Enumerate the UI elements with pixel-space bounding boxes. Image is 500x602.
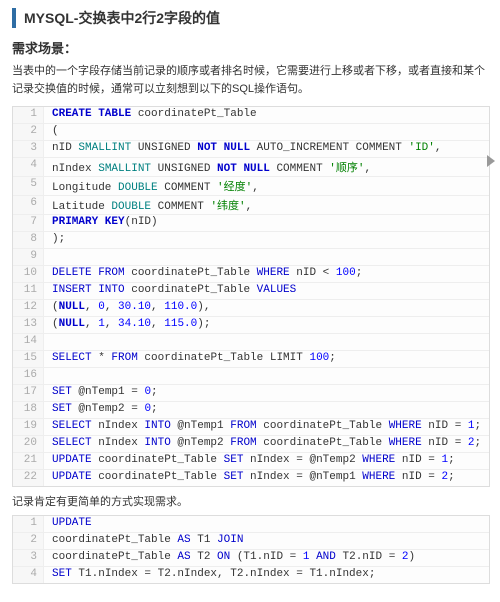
code-block-2[interactable]: 1UPDATE2coordinatePt_Table AS T1 JOIN3co… xyxy=(12,515,490,584)
code-row: 6Latitude DOUBLE COMMENT '纬度', xyxy=(13,196,489,215)
code-content[interactable]: SET @nTemp1 = 0; xyxy=(44,385,158,401)
code-row: 2coordinatePt_Table AS T1 JOIN xyxy=(13,533,489,550)
line-number: 9 xyxy=(13,249,44,265)
code-content[interactable] xyxy=(44,368,52,384)
code-row: 19SELECT nIndex INTO @nTemp1 FROM coordi… xyxy=(13,419,489,436)
line-number: 5 xyxy=(13,177,44,195)
line-number: 6 xyxy=(13,196,44,214)
line-number: 12 xyxy=(13,300,44,316)
line-number: 14 xyxy=(13,334,44,350)
code-row: 7PRIMARY KEY(nID) xyxy=(13,215,489,232)
code-row: 14 xyxy=(13,334,489,351)
line-number: 3 xyxy=(13,550,44,566)
code-row: 9 xyxy=(13,249,489,266)
line-number: 4 xyxy=(13,158,44,176)
code-content[interactable]: INSERT INTO coordinatePt_Table VALUES xyxy=(44,283,296,299)
code-content[interactable]: PRIMARY KEY(nID) xyxy=(44,215,158,231)
note-text: 记录肯定有更简单的方式实现需求。 xyxy=(12,493,490,509)
code-row: 10DELETE FROM coordinatePt_Table WHERE n… xyxy=(13,266,489,283)
code-row: 1UPDATE xyxy=(13,516,489,533)
code-content[interactable]: Latitude DOUBLE COMMENT '纬度', xyxy=(44,196,252,214)
code-row: 15SELECT * FROM coordinatePt_Table LIMIT… xyxy=(13,351,489,368)
line-number: 17 xyxy=(13,385,44,401)
code-content[interactable]: SELECT nIndex INTO @nTemp2 FROM coordina… xyxy=(44,436,481,452)
code-row: 3coordinatePt_Table AS T2 ON (T1.nID = 1… xyxy=(13,550,489,567)
page-title: MYSQL-交换表中2行2字段的值 xyxy=(12,8,490,28)
line-number: 18 xyxy=(13,402,44,418)
line-number: 2 xyxy=(13,124,44,140)
code-row: 4nIndex SMALLINT UNSIGNED NOT NULL COMME… xyxy=(13,158,489,177)
line-number: 13 xyxy=(13,317,44,333)
code-content[interactable]: ); xyxy=(44,232,65,248)
code-row: 13(NULL, 1, 34.10, 115.0); xyxy=(13,317,489,334)
code-content[interactable]: nIndex SMALLINT UNSIGNED NOT NULL COMMEN… xyxy=(44,158,371,176)
code-row: 21UPDATE coordinatePt_Table SET nIndex =… xyxy=(13,453,489,470)
code-content[interactable] xyxy=(44,334,52,350)
code-row: 22UPDATE coordinatePt_Table SET nIndex =… xyxy=(13,470,489,486)
code-content[interactable]: (NULL, 1, 34.10, 115.0); xyxy=(44,317,210,333)
code-content[interactable]: SELECT nIndex INTO @nTemp1 FROM coordina… xyxy=(44,419,481,435)
code-row: 3nID SMALLINT UNSIGNED NOT NULL AUTO_INC… xyxy=(13,141,489,158)
code-content[interactable]: SELECT * FROM coordinatePt_Table LIMIT 1… xyxy=(44,351,336,367)
code-content[interactable]: DELETE FROM coordinatePt_Table WHERE nID… xyxy=(44,266,362,282)
code-content[interactable]: coordinatePt_Table AS T2 ON (T1.nID = 1 … xyxy=(44,550,415,566)
code-row: 8); xyxy=(13,232,489,249)
code-row: 20SELECT nIndex INTO @nTemp2 FROM coordi… xyxy=(13,436,489,453)
code-row: 11INSERT INTO coordinatePt_Table VALUES xyxy=(13,283,489,300)
article: MYSQL-交换表中2行2字段的值 需求场景： 当表中的一个字段存储当前记录的顺… xyxy=(0,0,500,602)
line-number: 10 xyxy=(13,266,44,282)
code-content[interactable]: CREATE TABLE coordinatePt_Table xyxy=(44,107,257,123)
line-number: 4 xyxy=(13,567,44,583)
line-number: 1 xyxy=(13,516,44,532)
code-content[interactable]: (NULL, 0, 30.10, 110.0), xyxy=(44,300,210,316)
line-number: 2 xyxy=(13,533,44,549)
line-number: 3 xyxy=(13,141,44,157)
code-content[interactable]: nID SMALLINT UNSIGNED NOT NULL AUTO_INCR… xyxy=(44,141,442,157)
code-row: 16 xyxy=(13,368,489,385)
code-content[interactable]: Longitude DOUBLE COMMENT '经度', xyxy=(44,177,259,195)
code-row: 18SET @nTemp2 = 0; xyxy=(13,402,489,419)
code-row: 4SET T1.nIndex = T2.nIndex, T2.nIndex = … xyxy=(13,567,489,583)
line-number: 15 xyxy=(13,351,44,367)
code-content[interactable]: UPDATE coordinatePt_Table SET nIndex = @… xyxy=(44,453,455,469)
line-number: 11 xyxy=(13,283,44,299)
code-row: 2( xyxy=(13,124,489,141)
line-number: 1 xyxy=(13,107,44,123)
line-number: 22 xyxy=(13,470,44,486)
code-row: 12(NULL, 0, 30.10, 110.0), xyxy=(13,300,489,317)
code-content[interactable]: ( xyxy=(44,124,59,140)
code-block-1[interactable]: 1CREATE TABLE coordinatePt_Table2(3nID S… xyxy=(12,106,490,487)
expand-arrow-icon[interactable] xyxy=(487,155,495,167)
line-number: 16 xyxy=(13,368,44,384)
code-content[interactable]: SET @nTemp2 = 0; xyxy=(44,402,158,418)
line-number: 19 xyxy=(13,419,44,435)
line-number: 20 xyxy=(13,436,44,452)
code-row: 17SET @nTemp1 = 0; xyxy=(13,385,489,402)
code-content[interactable] xyxy=(44,249,52,265)
code-content[interactable]: UPDATE coordinatePt_Table SET nIndex = @… xyxy=(44,470,455,486)
line-number: 8 xyxy=(13,232,44,248)
code-content[interactable]: coordinatePt_Table AS T1 JOIN xyxy=(44,533,243,549)
code-content[interactable]: UPDATE xyxy=(44,516,92,532)
scene-paragraph: 当表中的一个字段存储当前记录的顺序或者排名时候，它需要进行上移或者下移，或者直接… xyxy=(12,63,490,98)
line-number: 7 xyxy=(13,215,44,231)
code-row: 5Longitude DOUBLE COMMENT '经度', xyxy=(13,177,489,196)
code-row: 1CREATE TABLE coordinatePt_Table xyxy=(13,107,489,124)
line-number: 21 xyxy=(13,453,44,469)
section-heading: 需求场景： xyxy=(12,38,490,57)
code-content[interactable]: SET T1.nIndex = T2.nIndex, T2.nIndex = T… xyxy=(44,567,375,583)
